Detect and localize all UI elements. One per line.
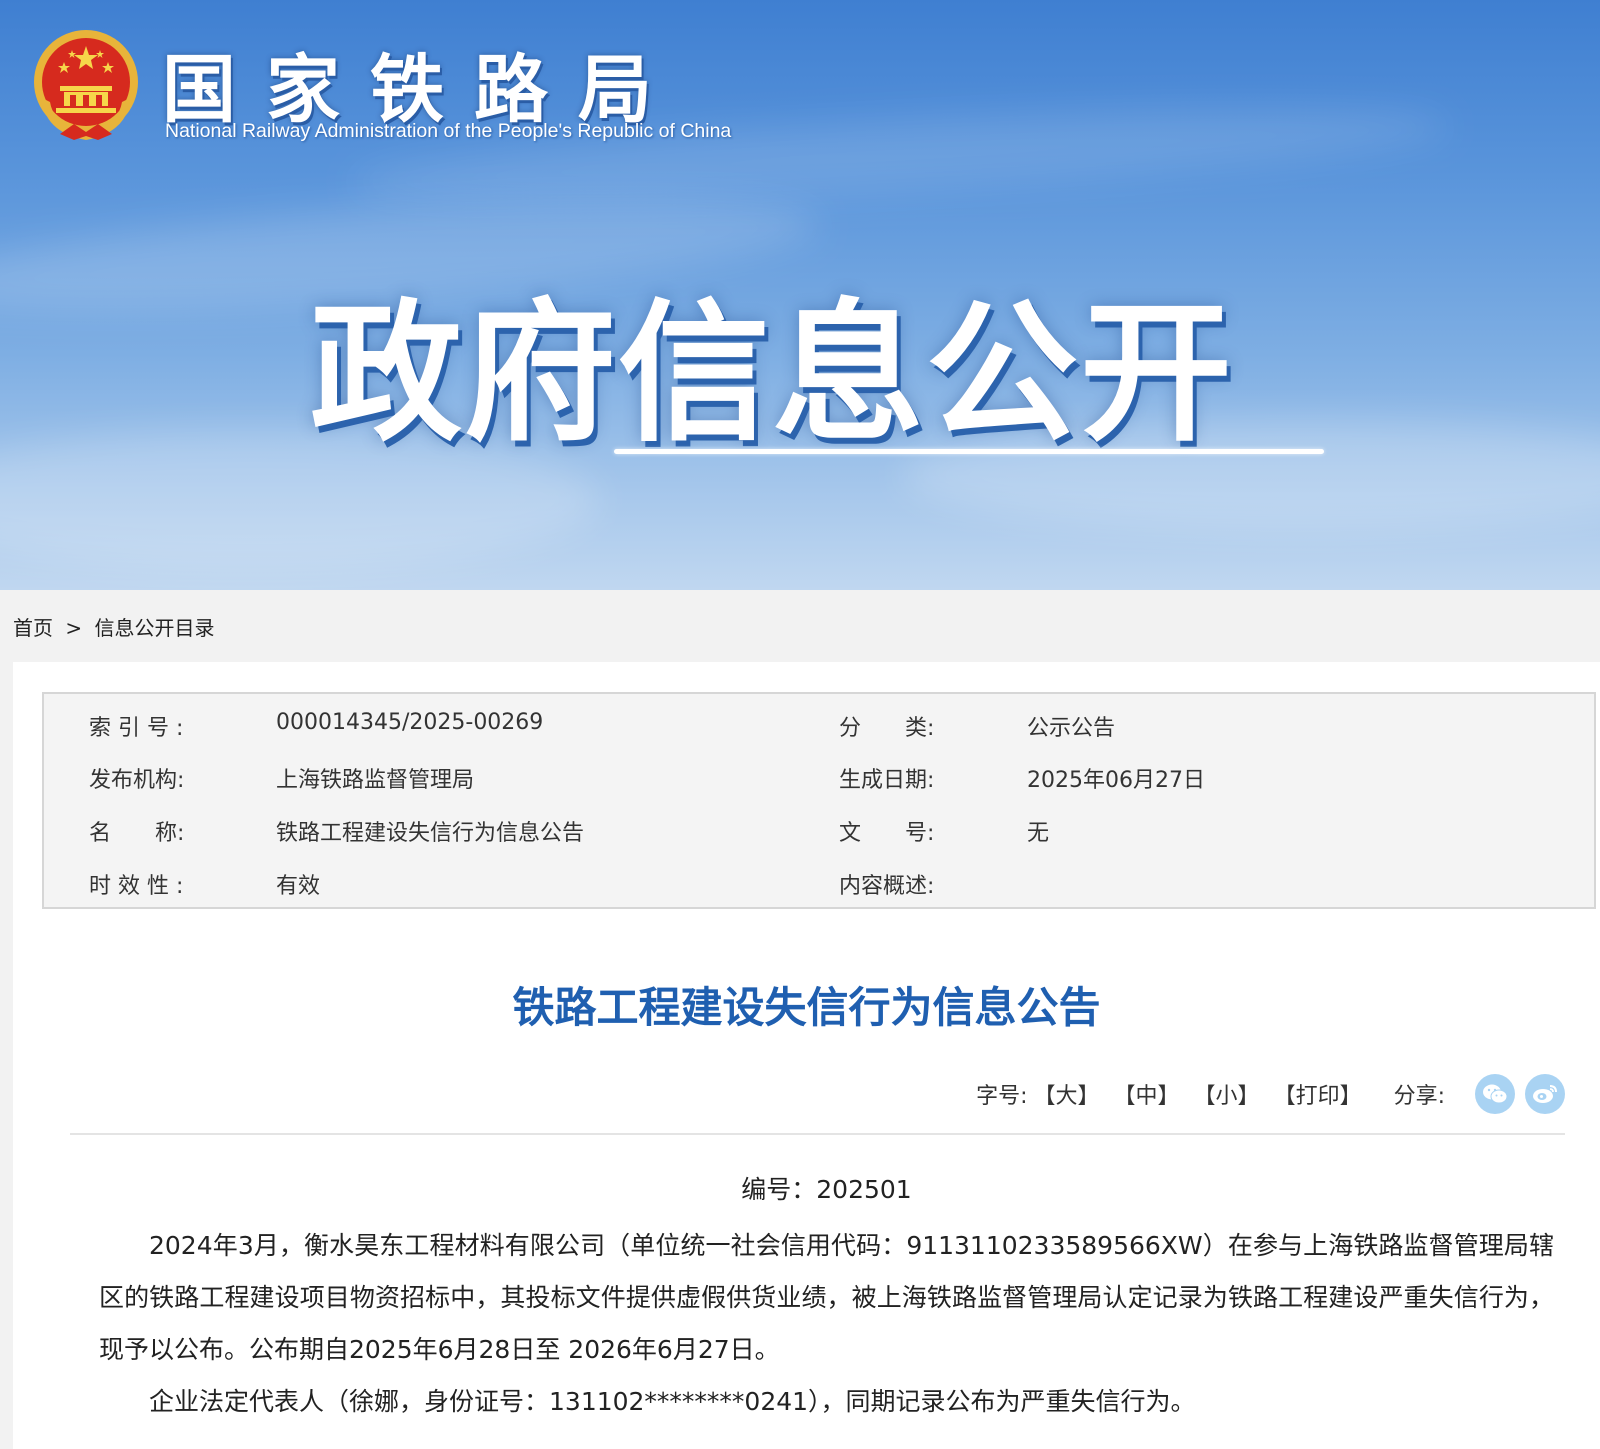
category-label: 分 类: xyxy=(839,716,935,741)
banner-title: 政府信息公开 xyxy=(310,285,1234,462)
wechat-icon[interactable] xyxy=(1475,1074,1515,1114)
national-emblem-icon xyxy=(34,30,138,140)
date-value: 2025年06月27日 xyxy=(1027,768,1205,793)
article-body: 编号：202501 2024年3月，衡水昊东工程材料有限公司（单位统一社会信用代… xyxy=(99,1170,1554,1428)
article-paragraph: 2024年3月，衡水昊东工程材料有限公司（单位统一社会信用代码：91131102… xyxy=(99,1231,1554,1364)
metadata-table: 索 引 号 : 000014345/2025-00269 分 类: 公示公告 发… xyxy=(42,692,1596,909)
name-label: 名 称: xyxy=(89,821,185,846)
main-content: 索 引 号 : 000014345/2025-00269 分 类: 公示公告 发… xyxy=(13,662,1600,1449)
metadata-row: 名 称: 铁路工程建设失信行为信息公告 文 号: 无 xyxy=(44,815,1594,846)
article-title: 铁路工程建设失信行为信息公告 xyxy=(512,983,1101,1032)
article-doc-number: 编号：202501 xyxy=(741,1175,912,1204)
category-value: 公示公告 xyxy=(1027,716,1116,741)
publisher-label: 发布机构: xyxy=(89,768,185,793)
font-medium-button[interactable]: 【中】 xyxy=(1114,1078,1180,1110)
doc-number-value: 无 xyxy=(1027,821,1050,846)
publisher-value: 上海铁路监督管理局 xyxy=(276,768,475,793)
toolbar-divider xyxy=(70,1133,1565,1135)
validity-value: 有效 xyxy=(276,874,321,899)
validity-label: 时 效 性 : xyxy=(89,874,184,899)
font-size-label: 字号: xyxy=(976,1084,1028,1109)
print-button[interactable]: 【打印】 xyxy=(1274,1078,1362,1110)
font-small-button[interactable]: 【小】 xyxy=(1194,1078,1260,1110)
weibo-icon[interactable] xyxy=(1525,1074,1565,1114)
font-large-button[interactable]: 【大】 xyxy=(1034,1078,1100,1110)
date-label: 生成日期: xyxy=(839,768,935,793)
name-value: 铁路工程建设失信行为信息公告 xyxy=(276,821,585,846)
banner-underline xyxy=(614,449,1324,454)
breadcrumb-current-link[interactable]: 信息公开目录 xyxy=(94,616,214,640)
doc-number-label: 文 号: xyxy=(839,821,935,846)
index-value: 000014345/2025-00269 xyxy=(276,710,544,735)
brand-title-en: National Railway Administration of the P… xyxy=(165,120,732,142)
share-label: 分享: xyxy=(1393,1084,1445,1109)
header-banner: 国家铁路局 National Railway Administration of… xyxy=(0,0,1600,590)
metadata-row: 索 引 号 : 000014345/2025-00269 分 类: 公示公告 xyxy=(44,710,1594,741)
metadata-row: 时 效 性 : 有效 内容概述: xyxy=(44,868,1594,899)
article-paragraph: 企业法定代表人（徐娜，身份证号：131102********0241），同期记录… xyxy=(149,1387,1196,1416)
breadcrumb-separator: > xyxy=(65,616,83,640)
index-label: 索 引 号 : xyxy=(89,716,184,741)
breadcrumb-home-link[interactable]: 首页 xyxy=(13,616,53,640)
summary-label: 内容概述: xyxy=(839,874,935,899)
article-toolbar: 字号: 【大】 【中】 【小】 【打印】 分享: xyxy=(976,1072,1565,1116)
metadata-row: 发布机构: 上海铁路监督管理局 生成日期: 2025年06月27日 xyxy=(44,762,1594,793)
breadcrumb: 首页 > 信息公开目录 xyxy=(0,590,1600,662)
